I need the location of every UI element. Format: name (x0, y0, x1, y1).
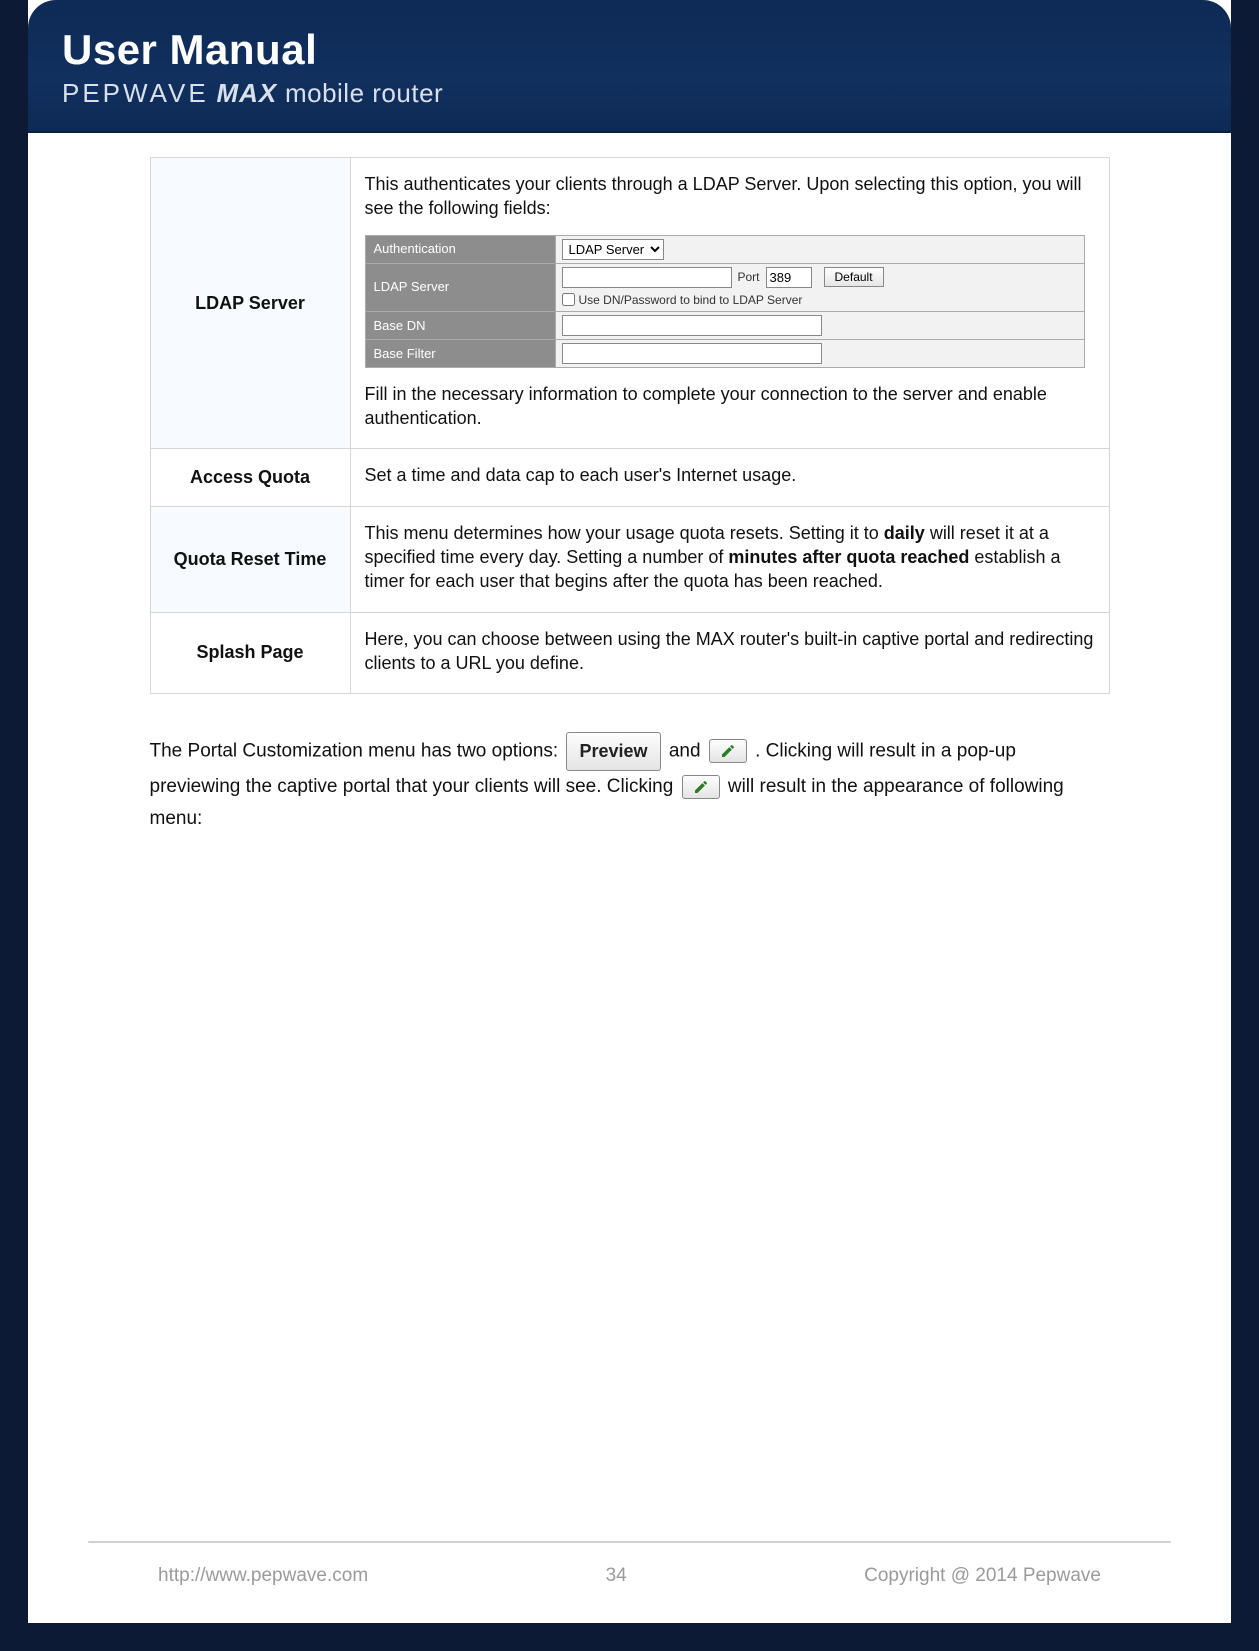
row-ldap-server: LDAP Server This authenticates your clie… (150, 158, 1109, 449)
text-bold: daily (884, 523, 925, 543)
splash-desc: Here, you can choose between using the M… (365, 627, 1095, 676)
mini-label: Base Filter (365, 339, 555, 367)
footer-rule (88, 1541, 1171, 1543)
row-label: Splash Page (150, 612, 350, 694)
brand-name: PEPWAVE (62, 78, 209, 108)
mini-row-base-dn: Base DN (365, 311, 1084, 339)
mini-value (555, 339, 1084, 367)
mini-value: LDAP Server (555, 235, 1084, 263)
ldap-intro: This authenticates your clients through … (365, 172, 1095, 221)
text-span: The Portal Customization menu has two op… (150, 740, 564, 761)
page-footer: http://www.pepwave.com 34 Copyright @ 20… (28, 1565, 1231, 1587)
use-dn-label: Use DN/Password to bind to LDAP Server (579, 292, 803, 308)
row-access-quota: Access Quota Set a time and data cap to … (150, 449, 1109, 506)
settings-table: LDAP Server This authenticates your clie… (150, 157, 1110, 694)
page-content: LDAP Server This authenticates your clie… (28, 133, 1231, 855)
ldap-config-table: Authentication LDAP Server LDAP Server (365, 235, 1085, 368)
page-frame: User Manual PEPWAVE MAX mobile router LD… (0, 0, 1259, 1651)
use-dn-checkbox[interactable] (562, 293, 575, 306)
footer-url: http://www.pepwave.com (158, 1565, 368, 1587)
row-label: Access Quota (150, 449, 350, 506)
row-label: LDAP Server (150, 158, 350, 449)
mini-value (555, 311, 1084, 339)
text-span: and (669, 740, 706, 761)
edit-button[interactable] (709, 739, 747, 763)
base-dn-input[interactable] (562, 315, 822, 336)
paragraph-portal-customization: The Portal Customization menu has two op… (150, 732, 1110, 835)
row-desc: Here, you can choose between using the M… (350, 612, 1109, 694)
mini-label: Base DN (365, 311, 555, 339)
product-name: MAX (216, 78, 277, 108)
document-header: User Manual PEPWAVE MAX mobile router (28, 0, 1231, 133)
port-label: Port (738, 269, 760, 285)
mini-label: LDAP Server (365, 263, 555, 311)
mini-row-authentication: Authentication LDAP Server (365, 235, 1084, 263)
mini-row-base-filter: Base Filter (365, 339, 1084, 367)
mini-value: Port Default Use DN/Password to bind to … (555, 263, 1084, 311)
row-quota-reset-time: Quota Reset Time This menu determines ho… (150, 506, 1109, 612)
row-desc: This menu determines how your usage quot… (350, 506, 1109, 612)
text-span: This menu determines how your usage quot… (365, 523, 884, 543)
doc-subtitle: PEPWAVE MAX mobile router (62, 78, 1197, 109)
footer-page-number: 34 (606, 1565, 627, 1587)
pencil-icon (693, 779, 709, 795)
row-label: Quota Reset Time (150, 506, 350, 612)
authentication-select[interactable]: LDAP Server (562, 239, 664, 260)
product-tagline: mobile router (285, 78, 443, 108)
text-bold: minutes after quota reached (728, 547, 969, 567)
row-splash-page: Splash Page Here, you can choose between… (150, 612, 1109, 694)
row-desc: Set a time and data cap to each user's I… (350, 449, 1109, 506)
ldap-server-input[interactable] (562, 267, 732, 288)
ldap-port-input[interactable] (766, 267, 812, 288)
mini-row-ldap-server: LDAP Server Port Default (365, 263, 1084, 311)
mini-label: Authentication (365, 235, 555, 263)
base-filter-input[interactable] (562, 343, 822, 364)
row-desc: This authenticates your clients through … (350, 158, 1109, 449)
footer-copyright: Copyright @ 2014 Pepwave (864, 1565, 1101, 1587)
pencil-icon (720, 743, 736, 759)
default-button[interactable]: Default (824, 267, 884, 287)
ldap-outro: Fill in the necessary information to com… (365, 382, 1095, 431)
quota-reset-desc: This menu determines how your usage quot… (365, 521, 1095, 594)
edit-button[interactable] (682, 775, 720, 799)
doc-title: User Manual (62, 26, 1197, 74)
preview-button[interactable]: Preview (566, 732, 660, 771)
access-quota-desc: Set a time and data cap to each user's I… (365, 463, 1095, 487)
